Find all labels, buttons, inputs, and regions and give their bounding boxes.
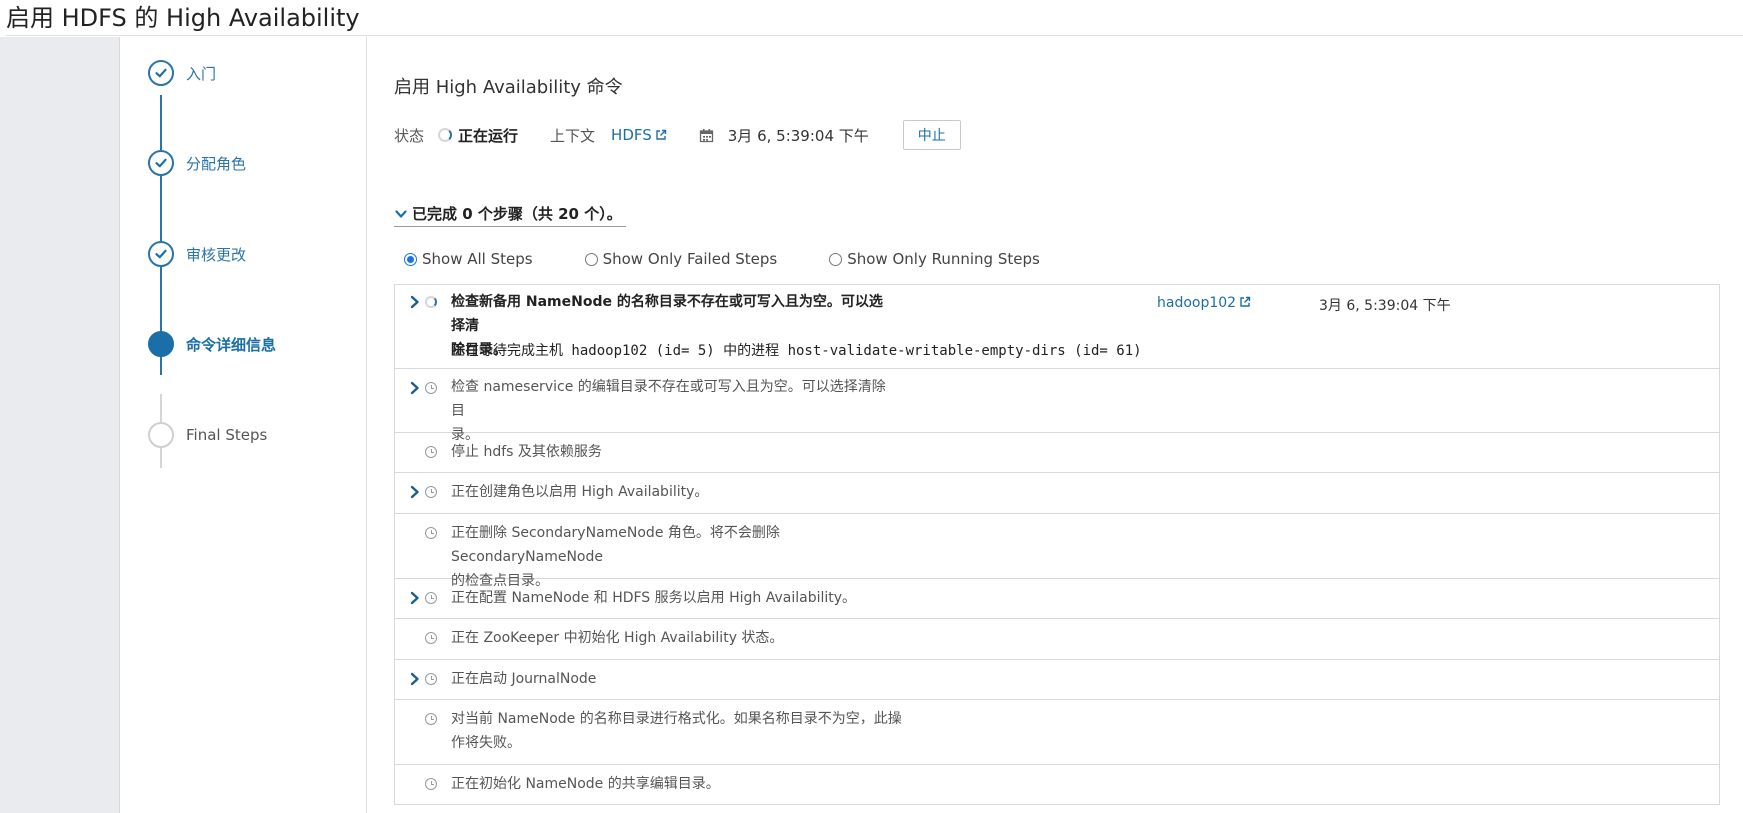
command-title: 启用 High Availability 命令 bbox=[394, 77, 623, 98]
chevron-right-icon[interactable] bbox=[409, 591, 421, 605]
step-text: 正在启动 JournalNode bbox=[451, 667, 891, 691]
step-text-line: 正在创建角色以启用 High Availability。 bbox=[451, 484, 709, 500]
step-row: 正在创建角色以启用 High Availability。 bbox=[395, 473, 1719, 514]
wizard-step-review-changes[interactable]: 审核更改 bbox=[148, 240, 358, 268]
step-row: 正在初始化 NameNode 的共享编辑目录。 bbox=[395, 765, 1719, 805]
check-icon bbox=[148, 60, 174, 86]
step-text-line: 作将失败。 bbox=[451, 735, 521, 751]
command-details-panel: 启用 High Availability 命令 状态 正在运行 上下文 HDFS… bbox=[368, 37, 1743, 813]
filter-label: Show Only Failed Steps bbox=[602, 250, 778, 268]
check-icon bbox=[148, 150, 174, 176]
context-link[interactable]: HDFS bbox=[611, 126, 667, 144]
page-title: 启用 HDFS 的 High Availability bbox=[6, 0, 1743, 36]
wizard-step-label: 审核更改 bbox=[186, 245, 247, 264]
step-row: 对当前 NameNode 的名称目录进行格式化。如果名称目录不为空，此操 作将失… bbox=[395, 700, 1719, 765]
clock-icon bbox=[425, 592, 439, 606]
context-label: 上下文 bbox=[550, 126, 596, 145]
clock-icon bbox=[425, 527, 439, 541]
step-time: 3月 6, 5:39:04 下午 bbox=[1319, 298, 1451, 314]
wizard-step-getting-started[interactable]: 入门 bbox=[148, 59, 358, 87]
step-text: 对当前 NameNode 的名称目录进行格式化。如果名称目录不为空，此操 作将失… bbox=[451, 707, 911, 755]
clock-icon bbox=[425, 713, 439, 727]
step-text: 正在创建角色以启用 High Availability。 bbox=[451, 480, 1051, 504]
command-status-row: 状态 正在运行 上下文 HDFS 3月 6, 5:39:04 下午 中止 bbox=[394, 117, 1734, 153]
step-text: 正在 ZooKeeper 中初始化 High Availability 状态。 bbox=[451, 626, 1051, 650]
step-row: 检查 nameservice 的编辑目录不存在或可写入且为空。可以选择清除目 录… bbox=[395, 369, 1719, 443]
clock-icon bbox=[425, 778, 439, 792]
calendar-icon bbox=[699, 128, 713, 142]
step-row: 正在启动 JournalNode bbox=[395, 660, 1719, 700]
steps-summary-toggle[interactable]: 已完成 0 个步骤（共 20 个）。 bbox=[394, 201, 626, 227]
radio-unchecked-icon bbox=[584, 252, 598, 266]
wizard-step-label: 入门 bbox=[186, 64, 217, 83]
external-link-icon bbox=[1240, 296, 1251, 307]
step-row: 正在删除 SecondaryNameNode 角色。将不会删除 Secondar… bbox=[395, 514, 1719, 589]
radio-checked-icon bbox=[404, 252, 417, 266]
step-text-line: 检查新备用 NameNode 的名称目录不存在或可写入且为空。可以选择清 bbox=[451, 294, 883, 334]
step-row: 停止 hdfs 及其依赖服务 bbox=[395, 433, 1719, 473]
step-text-line: 检查 nameservice 的编辑目录不存在或可写入且为空。可以选择清除目 bbox=[451, 379, 886, 419]
steps-summary-text: 已完成 0 个步骤（共 20 个）。 bbox=[412, 205, 622, 223]
wizard-step-command-details[interactable]: 命令详细信息 bbox=[148, 330, 358, 358]
step-text-line: 正在 ZooKeeper 中初始化 High Availability 状态。 bbox=[451, 630, 784, 646]
step-text-line: 正在配置 NameNode 和 HDFS 服务以启用 High Availabi… bbox=[451, 590, 857, 606]
step-text-line: 正在初始化 NameNode 的共享编辑目录。 bbox=[451, 776, 720, 792]
wizard-step-label: Final Steps bbox=[186, 426, 268, 444]
chevron-right-icon[interactable] bbox=[409, 672, 421, 686]
clock-icon bbox=[425, 632, 439, 646]
spinner-icon bbox=[425, 296, 439, 310]
chevron-right-icon[interactable] bbox=[409, 381, 421, 395]
step-row: 正在 ZooKeeper 中初始化 High Availability 状态。 bbox=[395, 619, 1719, 660]
chevron-right-icon[interactable] bbox=[409, 295, 421, 309]
clock-icon bbox=[425, 446, 439, 460]
filter-label: Show Only Running Steps bbox=[847, 250, 1040, 268]
step-row: 正在配置 NameNode 和 HDFS 服务以启用 High Availabi… bbox=[395, 579, 1719, 619]
clock-icon bbox=[425, 673, 439, 687]
left-gutter bbox=[0, 37, 120, 813]
clock-icon bbox=[425, 486, 439, 500]
command-datetime: 3月 6, 5:39:04 下午 bbox=[727, 126, 869, 145]
wizard-step-final-steps[interactable]: Final Steps bbox=[148, 421, 358, 449]
filter-show-all[interactable]: Show All Steps bbox=[404, 250, 533, 268]
steps-table: 检查新备用 NameNode 的名称目录不存在或可写入且为空。可以选择清 除目录… bbox=[394, 284, 1720, 805]
pending-step-circle-icon bbox=[148, 422, 174, 448]
context-link-text: HDFS bbox=[611, 126, 652, 144]
step-detail: 正在等待完成主机 hadoop102 (id= 5) 中的进程 host-val… bbox=[451, 343, 1142, 359]
status-label: 状态 bbox=[394, 126, 425, 145]
step-text: 停止 hdfs 及其依赖服务 bbox=[451, 440, 891, 464]
filter-label: Show All Steps bbox=[422, 250, 533, 268]
chevron-down-icon bbox=[395, 209, 407, 218]
wizard-step-label: 分配角色 bbox=[186, 154, 247, 173]
step-text: 正在初始化 NameNode 的共享编辑目录。 bbox=[451, 772, 1051, 796]
spinner-icon bbox=[438, 128, 453, 142]
active-step-dot-icon bbox=[148, 331, 174, 357]
step-text-line: 正在删除 SecondaryNameNode 角色。将不会删除 Secondar… bbox=[451, 525, 780, 565]
radio-unchecked-icon bbox=[829, 252, 843, 266]
clock-icon bbox=[425, 382, 439, 396]
step-text-line: 停止 hdfs 及其依赖服务 bbox=[451, 444, 602, 460]
step-text-line: 对当前 NameNode 的名称目录进行格式化。如果名称目录不为空，此操 bbox=[451, 711, 902, 727]
wizard-step-label: 命令详细信息 bbox=[186, 335, 277, 354]
wizard-step-assign-roles[interactable]: 分配角色 bbox=[148, 149, 358, 177]
step-text: 正在配置 NameNode 和 HDFS 服务以启用 High Availabi… bbox=[451, 586, 1051, 610]
filter-show-running[interactable]: Show Only Running Steps bbox=[829, 250, 1040, 268]
status-value: 正在运行 bbox=[458, 126, 519, 145]
check-icon bbox=[148, 241, 174, 267]
external-link-icon bbox=[656, 129, 666, 140]
abort-button[interactable]: 中止 bbox=[902, 120, 961, 150]
step-host-link[interactable]: hadoop102 bbox=[1157, 295, 1251, 311]
step-host-text: hadoop102 bbox=[1157, 295, 1237, 311]
step-row: 检查新备用 NameNode 的名称目录不存在或可写入且为空。可以选择清 除目录… bbox=[395, 285, 1719, 369]
step-text-line: 正在启动 JournalNode bbox=[451, 671, 597, 687]
chevron-right-icon[interactable] bbox=[409, 485, 421, 499]
filter-show-failed[interactable]: Show Only Failed Steps bbox=[584, 250, 778, 268]
step-filter-group: Show All Steps Show Only Failed Steps Sh… bbox=[404, 247, 1743, 271]
